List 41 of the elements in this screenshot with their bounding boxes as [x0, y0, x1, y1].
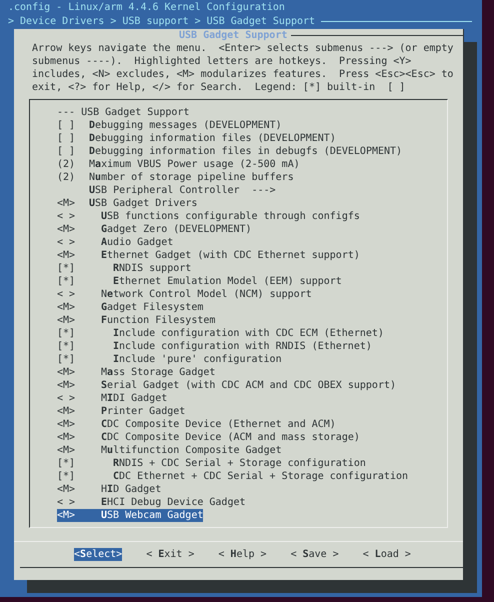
- help-text: Arrow keys navigate the menu. <Enter> selects submenus ---> (or empty submenus ----). Highlighted letters are hotkeys. Pressing <Y> includes, <N> excludes, <M> modularizes features. Press <Esc><Esc> to exit, <?> for Help, </> for Search. Legend: [*] built-in [ ]: [32, 42, 454, 94]
- menu-item[interactable]: [ ] Debugging information files (DEVELOPMENT): [57, 132, 336, 145]
- menu-item[interactable]: [ ] Debugging messages (DEVELOPMENT): [57, 119, 282, 132]
- menu-item[interactable]: < > EHCI Debug Device Gadget: [57, 496, 246, 509]
- menu-item[interactable]: <M> HID Gadget: [57, 483, 162, 496]
- menu-item[interactable]: <M> Ethernet Gadget (with CDC Ethernet support): [57, 249, 360, 262]
- menu-item[interactable]: < > Audio Gadget: [57, 236, 174, 249]
- menu-item[interactable]: < > MIDI Gadget: [57, 392, 168, 405]
- menu-button[interactable]: <Select>: [74, 548, 122, 561]
- menu-item[interactable]: (2) Number of storage pipeline buffers: [57, 171, 294, 184]
- menu-button[interactable]: < Load >: [362, 548, 411, 561]
- menu-item[interactable]: <M> Mass Storage Gadget: [57, 366, 216, 379]
- menu-item[interactable]: <M> Multifunction Composite Gadget: [57, 444, 282, 457]
- menu-item[interactable]: [*] Include configuration with CDC ECM (Ethernet): [57, 327, 384, 340]
- menu-item[interactable]: [*] Ethernet Emulation Model (EEM) support: [57, 275, 342, 288]
- menu-item[interactable]: [*] CDC Ethernet + CDC Serial + Storage configuration: [57, 470, 408, 483]
- menu-button[interactable]: < Help >: [218, 548, 267, 561]
- menu-item[interactable]: <M> CDC Composite Device (Ethernet and ACM): [57, 418, 336, 431]
- menu-button[interactable]: < Save >: [290, 548, 339, 561]
- menu-item[interactable]: [*] Include 'pure' configuration: [57, 353, 282, 366]
- menu-button[interactable]: < Exit >: [146, 548, 194, 561]
- menu-item[interactable]: (2) Maximum VBUS Power usage (2-500 mA): [57, 158, 300, 171]
- menu-item[interactable]: < > USB functions configurable through configfs: [57, 210, 360, 223]
- menu-item[interactable]: <M> CDC Composite Device (ACM and mass storage): [57, 431, 360, 444]
- dialog-title: USB Gadget Support: [179, 29, 288, 42]
- menu-item[interactable]: [*] Include configuration with RNDIS (Ethernet): [57, 340, 372, 353]
- menu-item[interactable]: [*] RNDIS + CDC Serial + Storage configuration: [57, 457, 366, 470]
- breadcrumb: > Device Drivers > USB support > USB Gadget Support: [8, 14, 316, 28]
- menu-item[interactable]: <M> Gadget Zero (DEVELOPMENT): [57, 223, 252, 236]
- menu-item[interactable]: < > Network Control Model (NCM) support: [57, 288, 312, 301]
- menu-header-item[interactable]: --- USB Gadget Support: [57, 106, 190, 119]
- window-title: .config - Linux/arm 4.4.6 Kernel Configuration: [8, 1, 286, 14]
- menu-item[interactable]: [ ] Debugging information files in debugfs (DEVELOPMENT): [57, 145, 402, 158]
- menu-item[interactable]: <M> Function Filesystem: [57, 314, 216, 327]
- menu-item[interactable]: <M> Printer Gadget: [57, 405, 186, 418]
- menu-item[interactable]: USB Peripheral Controller --->: [57, 184, 276, 197]
- menu-item[interactable]: <M> USB Gadget Drivers: [57, 197, 198, 210]
- menu-item[interactable]: <M> USB Webcam Gadget: [57, 509, 204, 522]
- menu-item[interactable]: [*] RNDIS support: [57, 262, 192, 275]
- menu-item[interactable]: <M> Serial Gadget (with CDC ACM and CDC OBEX support): [57, 379, 396, 392]
- menu-item[interactable]: <M> Gadget Filesystem: [57, 301, 204, 314]
